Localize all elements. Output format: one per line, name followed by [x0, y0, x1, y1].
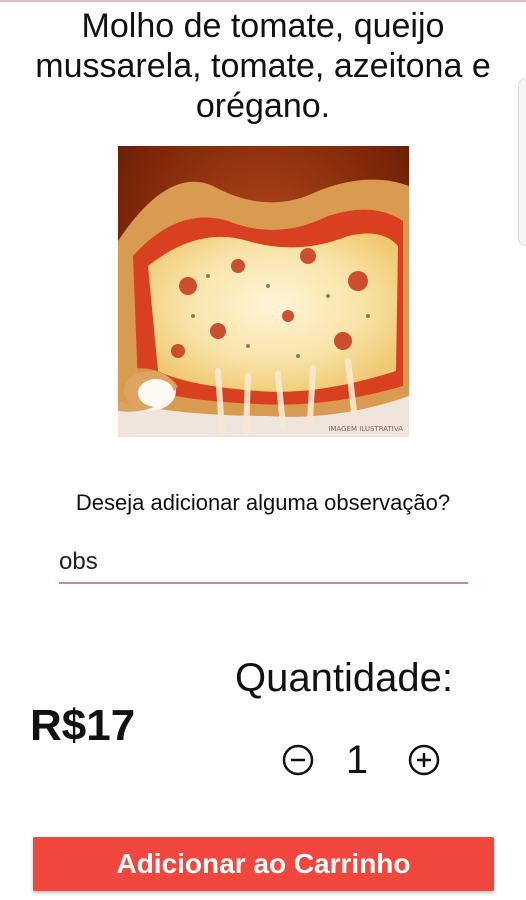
product-detail-screen: Molho de tomate, queijo mussarela, tomat…	[0, 0, 526, 900]
product-image: IMAGEM ILUSTRATIVA	[118, 146, 409, 437]
quantity-label: Quantidade:	[235, 656, 453, 700]
observation-question: Deseja adicionar alguma observação?	[75, 490, 451, 515]
price-label: R$17	[30, 701, 136, 750]
product-description: Molho de tomate, queijo mussarela, tomat…	[35, 7, 491, 125]
top-divider	[0, 0, 526, 2]
plus-circle-icon	[408, 744, 440, 776]
decrease-quantity-button[interactable]	[282, 744, 314, 776]
minus-circle-icon	[282, 744, 314, 776]
add-to-cart-button[interactable]: Adicionar ao Carrinho	[33, 837, 494, 891]
quantity-value: 1	[345, 738, 369, 782]
increase-quantity-button[interactable]	[408, 744, 440, 776]
image-caption: IMAGEM ILUSTRATIVA	[328, 425, 403, 433]
observation-input[interactable]	[59, 542, 468, 584]
